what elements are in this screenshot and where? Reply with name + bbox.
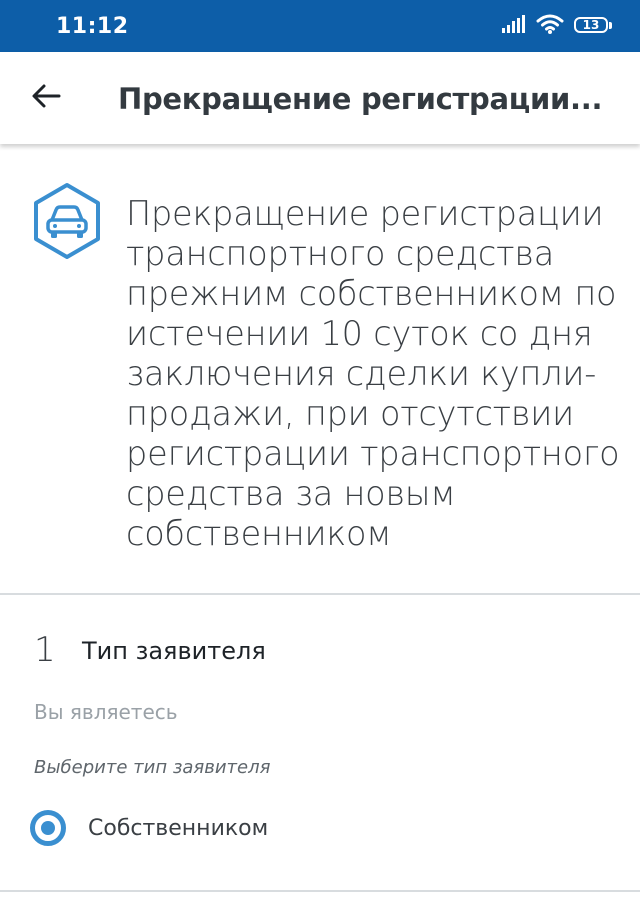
question-label: Вы являетесь <box>34 700 178 724</box>
service-header: Прекращение регистрации транспортного ср… <box>0 144 640 593</box>
back-button[interactable] <box>22 74 70 122</box>
status-bar: 11:12 13 <box>0 0 640 52</box>
step-number: 1 <box>34 630 56 670</box>
car-icon <box>28 182 106 260</box>
bottom-divider <box>0 890 640 892</box>
signal-icon <box>502 14 526 38</box>
wifi-icon <box>536 14 564 39</box>
status-time: 11:12 <box>56 14 129 39</box>
page-title: Прекращение регистрации... <box>118 82 603 116</box>
radio-label: Собственником <box>88 815 269 841</box>
battery-level: 13 <box>582 18 600 32</box>
service-title: Прекращение регистрации транспортного ср… <box>126 194 620 553</box>
applicant-type-hint: Выберите тип заявителя <box>34 757 271 778</box>
battery-icon: 13 <box>574 16 614 36</box>
status-icons: 13 <box>502 12 614 40</box>
step-title: Тип заявителя <box>82 637 266 665</box>
section-divider <box>0 593 640 595</box>
arrow-left-icon <box>31 83 61 114</box>
app-bar: Прекращение регистрации... <box>0 52 640 144</box>
radio-selected-icon[interactable] <box>30 810 66 846</box>
radio-option-owner[interactable]: Собственником <box>30 806 268 850</box>
